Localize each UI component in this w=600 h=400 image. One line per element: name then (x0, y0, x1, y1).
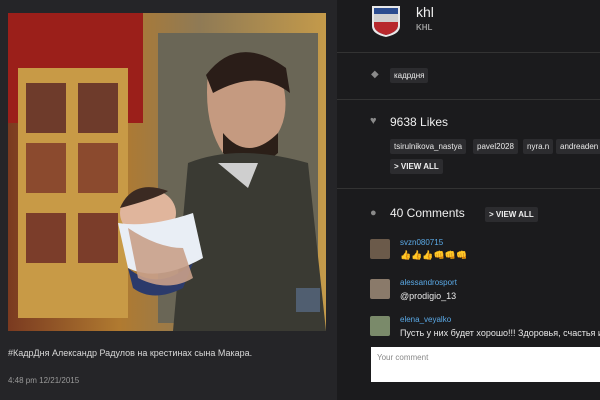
divider (337, 99, 600, 100)
comments-count: 40 Comments (390, 206, 465, 220)
comment-text: Пусть у них будет хорошо!!! Здоровья, сч… (400, 328, 600, 338)
comment-user[interactable]: alessandrosport (400, 278, 457, 287)
like-user[interactable]: andreaden (556, 139, 600, 154)
comment-text: @prodigio_13 (400, 291, 457, 301)
likes-count: 9638 Likes (390, 115, 449, 129)
likes-view-all-button[interactable]: > VIEW ALL (390, 159, 443, 174)
post-details: khl KHL ◆ кадрдня ♥ 9638 Likes tsirulnik… (337, 0, 600, 400)
post-caption: #КадрДня Александр Радулов на крестинах … (8, 348, 253, 358)
like-user[interactable]: pavel2028 (473, 139, 518, 154)
divider (337, 188, 600, 189)
post-panel: #КадрДня Александр Радулов на крестинах … (0, 0, 337, 400)
heart-icon: ♥ (370, 115, 377, 127)
comment-text: 👍👍👍👊👊👊 (400, 250, 468, 260)
photo-image (8, 13, 326, 331)
speech-bubble-icon: ● (370, 207, 377, 219)
account-subtitle: KHL (416, 23, 433, 32)
post-photo[interactable] (8, 13, 326, 331)
khl-logo-icon[interactable] (370, 4, 402, 38)
comments-view-all-button[interactable]: > VIEW ALL (485, 207, 538, 222)
avatar[interactable] (370, 279, 390, 299)
post-timestamp: 4:48 pm 12/21/2015 (8, 376, 80, 385)
like-user[interactable]: tsirulnikova_nastya (390, 139, 467, 154)
like-user[interactable]: nyra.n (523, 139, 554, 154)
comment-input[interactable]: Your comment (371, 347, 600, 382)
comment-user[interactable]: elena_veyalko (400, 315, 451, 324)
comment-user[interactable]: svzn080715 (400, 238, 443, 247)
divider (337, 52, 600, 53)
avatar[interactable] (370, 239, 390, 259)
account-name[interactable]: khl (416, 4, 434, 20)
tag-kadrdnya[interactable]: кадрдня (390, 68, 429, 83)
tag-icon: ◆ (371, 69, 379, 80)
avatar[interactable] (370, 316, 390, 336)
